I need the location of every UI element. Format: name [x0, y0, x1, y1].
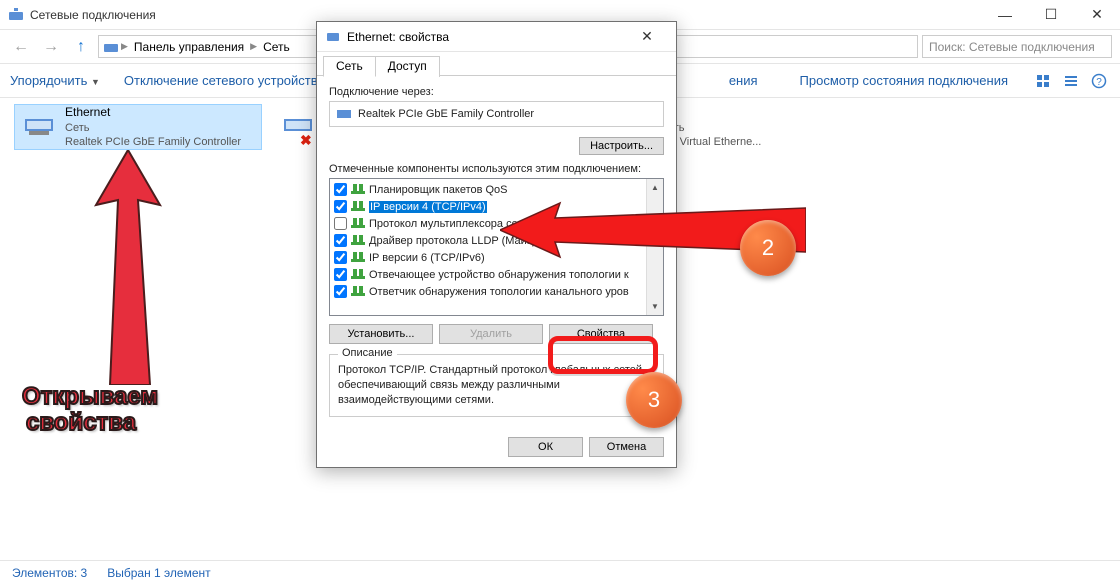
component-row[interactable]: Отвечающее устройство обнаружения тополо…	[332, 266, 644, 283]
protocol-icon	[350, 200, 366, 214]
scrollbar[interactable]: ▲ ▼	[646, 179, 663, 315]
status-count: Элементов: 3	[12, 566, 87, 580]
up-button[interactable]: ↑	[68, 36, 94, 58]
breadcrumb-network[interactable]: Сеть	[259, 40, 294, 54]
component-label: Отвечающее устройство обнаружения тополо…	[369, 269, 629, 281]
component-checkbox[interactable]	[334, 268, 347, 281]
maximize-button[interactable]: ☐	[1028, 0, 1074, 29]
component-checkbox[interactable]	[334, 285, 347, 298]
component-label: IP версии 6 (TCP/IPv6)	[369, 252, 485, 264]
adapter-name: Realtek PCIe GbE Family Controller	[358, 108, 534, 120]
description-legend: Описание	[338, 347, 397, 359]
ethernet-properties-dialog: Ethernet: свойства ✕ Сеть Доступ Подключ…	[316, 21, 677, 468]
dialog-close-button[interactable]: ✕	[626, 22, 668, 51]
svg-text:?: ?	[1096, 77, 1102, 88]
configure-button[interactable]: Настроить...	[579, 137, 664, 155]
component-checkbox[interactable]	[334, 251, 347, 264]
component-checkbox[interactable]	[334, 183, 347, 196]
protocol-icon	[350, 251, 366, 265]
component-label: Планировщик пакетов QoS	[369, 184, 508, 196]
remove-button: Удалить	[439, 324, 543, 344]
dialog-tabs: Сеть Доступ	[317, 52, 676, 76]
minimize-button[interactable]: —	[982, 0, 1028, 29]
install-button[interactable]: Установить...	[329, 324, 433, 344]
details-button[interactable]	[1060, 70, 1082, 92]
connect-via-label: Подключение через:	[329, 86, 664, 98]
view-state[interactable]: ения	[729, 73, 758, 88]
network-icon	[8, 7, 24, 23]
connection-text: Ethernet Сеть Realtek PCIe GbE Family Co…	[65, 105, 255, 149]
component-row[interactable]: Драйвер протокола LLDP (Майкро т)	[332, 232, 644, 249]
organize-menu[interactable]: Упорядочить ▼	[10, 73, 100, 88]
tab-network[interactable]: Сеть	[323, 56, 376, 77]
status-selection: Выбран 1 элемент	[107, 566, 210, 580]
highlight-properties	[548, 336, 658, 374]
adapter-box: Realtek PCIe GbE Family Controller	[329, 101, 664, 127]
status-bar: Элементов: 3 Выбран 1 элемент	[0, 560, 1120, 584]
adapter-icon	[336, 106, 352, 122]
dialog-titlebar[interactable]: Ethernet: свойства ✕	[317, 22, 676, 52]
protocol-icon	[350, 285, 366, 299]
ethernet-icon	[325, 29, 341, 45]
components-list[interactable]: Планировщик пакетов QoS IP версии 4 (TCP/…	[329, 178, 664, 316]
forward-button[interactable]: →	[38, 36, 64, 58]
dialog-footer: ОК Отмена	[317, 427, 676, 467]
back-button[interactable]: ←	[8, 36, 34, 58]
component-row[interactable]: Ответчик обнаружения топологии канальног…	[332, 283, 644, 300]
connection-text: еть ni Virtual Etherne...	[668, 105, 836, 149]
window-title: Сетевые подключения	[30, 8, 982, 22]
dialog-title: Ethernet: свойства	[347, 30, 626, 44]
scroll-down-icon[interactable]: ▼	[647, 298, 663, 315]
disable-device-button[interactable]: Отключение сетевого устройства	[124, 73, 325, 88]
arrow-1	[92, 150, 164, 385]
component-row[interactable]: Планировщик пакетов QoS	[332, 181, 644, 198]
component-row[interactable]: Протокол мультиплексора се	[332, 215, 644, 232]
component-label: Ответчик обнаружения топологии канальног…	[369, 286, 629, 298]
component-label: IP версии 4 (TCP/IPv4)	[369, 201, 487, 213]
component-label: Протокол мультиплексора се	[369, 218, 518, 230]
adapter-icon	[21, 109, 57, 145]
protocol-icon	[350, 217, 366, 231]
window-controls: — ☐ ✕	[982, 0, 1120, 29]
component-checkbox[interactable]	[334, 200, 347, 213]
ok-button[interactable]: ОК	[508, 437, 583, 457]
component-checkbox[interactable]	[334, 234, 347, 247]
breadcrumb-sep: ▶	[250, 41, 257, 52]
components-label: Отмеченные компоненты используются этим …	[329, 163, 664, 175]
breadcrumb-control-panel[interactable]: Панель управления	[130, 40, 248, 54]
component-row[interactable]: IP версии 4 (TCP/IPv4)	[332, 198, 644, 215]
component-row[interactable]: IP версии 6 (TCP/IPv6)	[332, 249, 644, 266]
view-button[interactable]	[1032, 70, 1054, 92]
cancel-button[interactable]: Отмена	[589, 437, 664, 457]
connection-partial[interactable]: еть ni Virtual Etherne...	[662, 104, 842, 150]
rename-button[interactable]: Просмотр состояния подключения	[800, 73, 1008, 88]
protocol-icon	[350, 268, 366, 282]
network-icon	[103, 39, 119, 55]
scroll-up-icon[interactable]: ▲	[647, 179, 663, 196]
component-label: Драйвер протокола LLDP (Майкро т)	[369, 235, 556, 247]
connection-ethernet[interactable]: Ethernet Сеть Realtek PCIe GbE Family Co…	[14, 104, 262, 150]
help-button[interactable]: ?	[1088, 70, 1110, 92]
protocol-icon	[350, 234, 366, 248]
disabled-icon: ✖	[300, 132, 312, 149]
tab-access[interactable]: Доступ	[375, 56, 440, 77]
breadcrumb-sep: ▶	[121, 41, 128, 52]
protocol-icon	[350, 183, 366, 197]
search-placeholder: Поиск: Сетевые подключения	[929, 40, 1095, 54]
search-input[interactable]: Поиск: Сетевые подключения	[922, 35, 1112, 58]
component-checkbox[interactable]	[334, 217, 347, 230]
close-button[interactable]: ✕	[1074, 0, 1120, 29]
